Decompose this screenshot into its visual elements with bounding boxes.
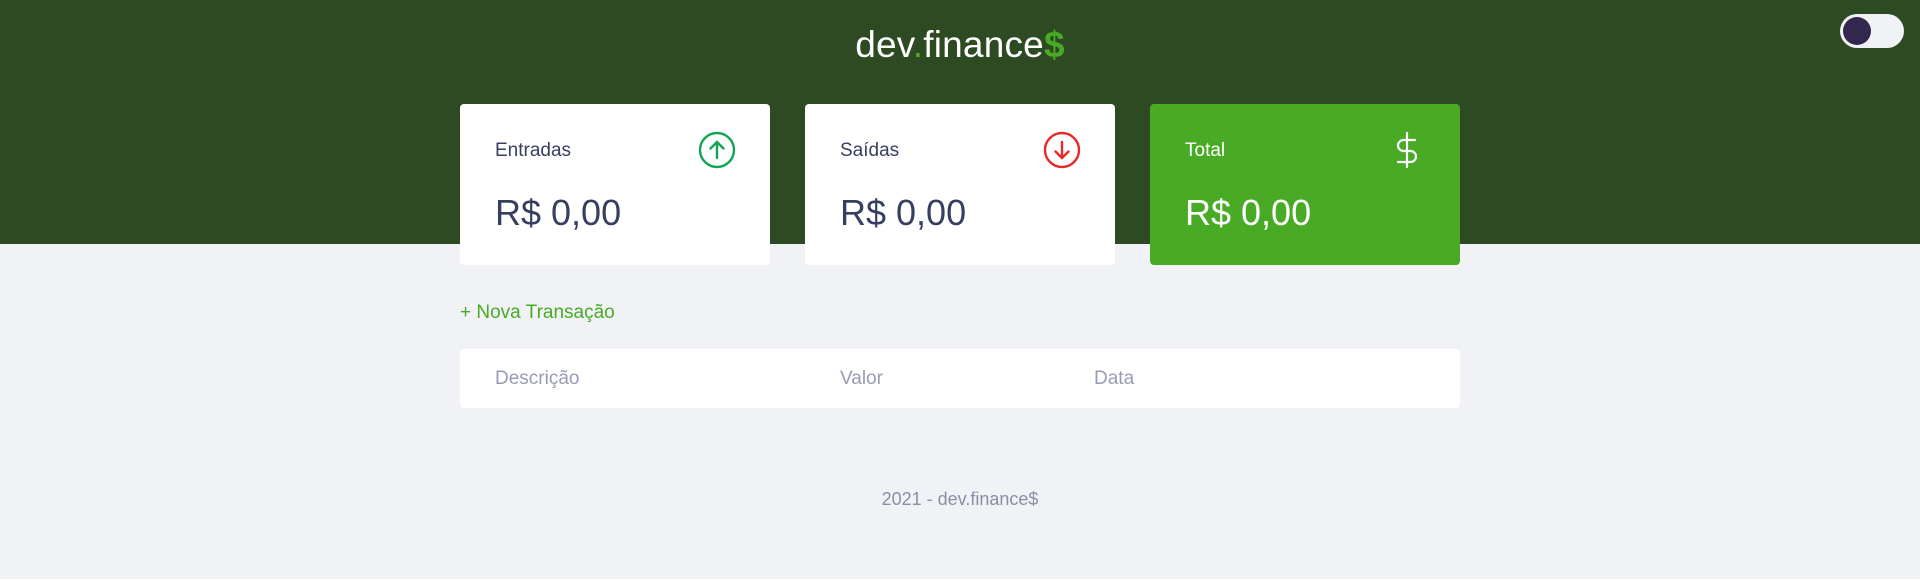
logo-part-finance: finance — [923, 24, 1044, 65]
column-header-descricao: Descrição — [495, 368, 580, 389]
column-header-data: Data — [1094, 368, 1135, 389]
arrow-up-circle-icon — [698, 131, 736, 169]
transactions-table: Descrição Valor Data — [460, 349, 1460, 408]
card-saidas: Saídas R$ 0,00 — [805, 104, 1115, 265]
card-total-label: Total — [1185, 140, 1226, 161]
app-logo: dev.finance$ — [0, 24, 1920, 66]
card-total-value: R$ 0,00 — [1185, 192, 1312, 233]
theme-toggle-knob — [1843, 17, 1871, 45]
logo-dollar: $ — [1043, 24, 1065, 65]
dollar-sign-icon — [1396, 131, 1418, 169]
card-entradas-value: R$ 0,00 — [495, 192, 622, 233]
new-transaction-button[interactable]: + Nova Transação — [460, 302, 615, 324]
card-saidas-value: R$ 0,00 — [840, 192, 967, 233]
card-entradas-label: Entradas — [495, 140, 572, 161]
footer-text: 2021 - dev.finance$ — [881, 489, 1039, 509]
card-total: Total R$ 0,00 — [1150, 104, 1460, 265]
arrow-down-circle-icon — [1043, 131, 1081, 169]
column-header-valor: Valor — [840, 368, 883, 389]
logo-part-dev: dev — [855, 24, 913, 65]
card-entradas: Entradas R$ 0,00 — [460, 104, 770, 265]
theme-toggle[interactable] — [1840, 14, 1904, 48]
card-saidas-label: Saídas — [840, 140, 900, 161]
logo-dot: . — [912, 24, 924, 65]
